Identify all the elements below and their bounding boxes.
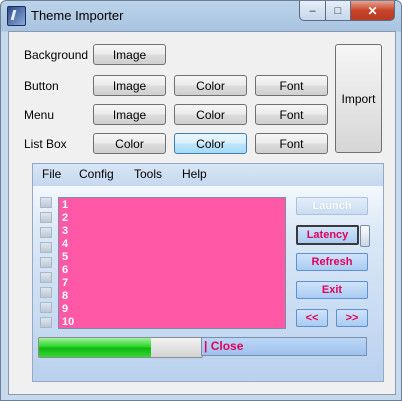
import-button[interactable]: Import [335,44,382,153]
caption-buttons: – □ ✕ [299,1,395,21]
button-label: Button [24,79,59,93]
list-checkbox[interactable] [40,212,52,223]
refresh-button[interactable]: Refresh [296,253,368,271]
listbox-text-color-button[interactable]: Color [174,133,247,154]
preview-list-box[interactable]: 1 2 3 4 5 6 7 8 9 10 [58,197,286,329]
list-item[interactable]: 1 [62,200,68,211]
button-font-button[interactable]: Font [255,75,328,96]
list-checkbox[interactable] [40,317,52,328]
app-icon [7,6,26,26]
menu-image-button[interactable]: Image [93,104,166,125]
exit-button[interactable]: Exit [296,281,368,299]
menu-config[interactable]: Config [79,167,114,181]
menu-color-button[interactable]: Color [174,104,247,125]
list-item[interactable]: 6 [62,265,68,276]
list-item[interactable]: 2 [62,213,68,224]
button-image-button[interactable]: Image [93,75,166,96]
status-close-bar[interactable]: | Close [201,337,367,356]
maximize-button[interactable]: □ [326,1,351,21]
checkbox-column [40,197,52,332]
list-box-label: List Box [24,137,67,151]
list-item[interactable]: 7 [62,278,68,289]
theme-importer-window: Theme Importer – □ ✕ Background Image Bu… [0,0,402,401]
menu-file[interactable]: File [42,167,61,181]
background-label: Background [24,48,89,62]
list-item[interactable]: 8 [62,291,68,302]
launch-button[interactable]: Launch [296,197,368,215]
list-item[interactable]: 3 [62,226,68,237]
menu-font-button[interactable]: Font [255,104,328,125]
list-checkbox[interactable] [40,302,52,313]
list-checkbox[interactable] [40,257,52,268]
list-item[interactable]: 5 [62,252,68,263]
theme-preview-panel: File Config Tools Help 1 2 3 4 5 6 7 8 9… [32,163,384,382]
minimize-button[interactable]: – [299,1,326,21]
progress-bar [38,337,203,358]
background-image-button[interactable]: Image [93,44,166,65]
window-title: Theme Importer [31,8,124,23]
menu-tools[interactable]: Tools [134,167,162,181]
menu-label: Menu [24,108,55,122]
client-area: Background Image Button Image Color Font… [8,31,396,395]
list-checkbox[interactable] [40,242,52,253]
list-checkbox[interactable] [40,272,52,283]
list-item[interactable]: 4 [62,239,68,250]
list-checkbox[interactable] [40,227,52,238]
next-button[interactable]: >> [336,309,368,327]
list-checkbox[interactable] [40,197,52,208]
listbox-font-button[interactable]: Font [255,133,328,154]
previous-button[interactable]: << [296,309,328,327]
list-item[interactable]: 10 [62,317,74,328]
progress-fill [39,338,152,357]
list-checkbox[interactable] [40,287,52,298]
latency-button[interactable]: Latency [296,225,359,245]
close-button[interactable]: ✕ [351,1,395,21]
listbox-color-button[interactable]: Color [93,133,166,154]
latency-spin-handle[interactable] [360,225,370,247]
preview-menu-bar: File Config Tools Help [33,164,383,186]
title-bar[interactable]: Theme Importer – □ ✕ [1,1,401,31]
button-color-button[interactable]: Color [174,75,247,96]
menu-help[interactable]: Help [182,167,207,181]
list-item[interactable]: 9 [62,304,68,315]
